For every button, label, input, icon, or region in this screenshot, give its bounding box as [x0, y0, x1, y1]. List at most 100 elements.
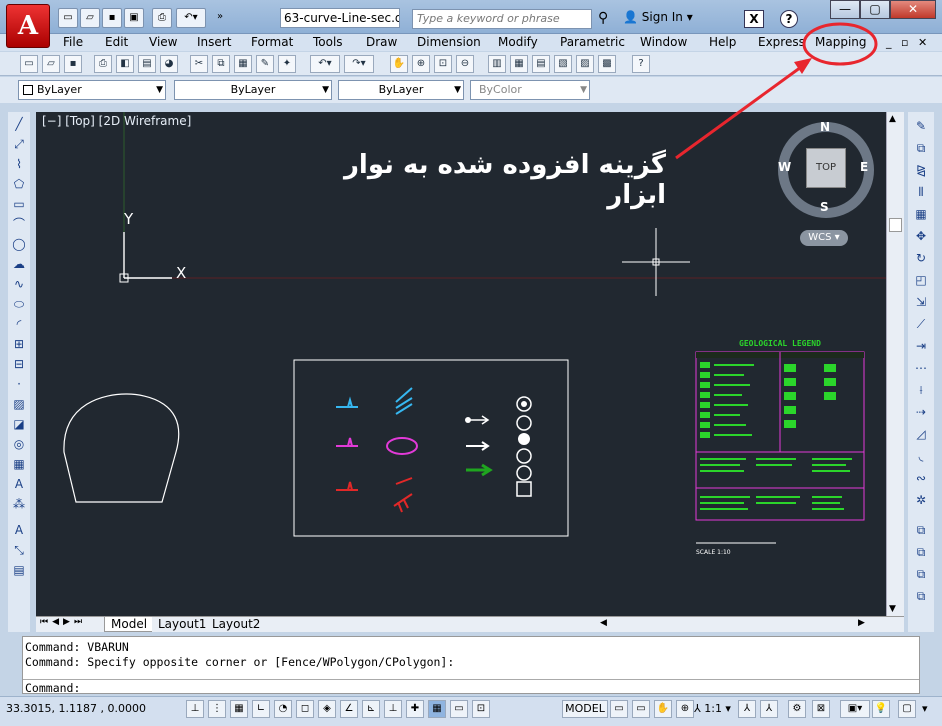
tool-palettes-icon[interactable]: ▤	[532, 55, 550, 73]
hscroll-left-icon[interactable]: ◀	[600, 618, 607, 628]
drawing-canvas[interactable]: Y X GEOLOGICAL LEGEND SCALE 1:10 [−] [To…	[36, 112, 886, 616]
polar-icon[interactable]: ◔	[274, 700, 292, 718]
menu-parametric[interactable]: Parametric	[560, 34, 625, 51]
erase-icon[interactable]: ✎	[913, 118, 929, 134]
compass-east[interactable]: E	[860, 160, 868, 174]
help-button[interactable]: ?	[780, 10, 798, 28]
menu-edit[interactable]: Edit	[105, 34, 128, 51]
extend-icon[interactable]: ⇥	[913, 338, 929, 354]
menu-file[interactable]: File	[63, 34, 83, 51]
hatch-icon[interactable]: ▨	[11, 396, 27, 412]
command-window[interactable]: Command: VBARUN Command: Specify opposit…	[22, 636, 920, 695]
gradient-icon[interactable]: ◪	[11, 416, 27, 432]
doc-window-controls[interactable]: _ ▫ ✕	[886, 36, 930, 49]
arc-icon[interactable]: ⌒	[11, 216, 27, 232]
line-icon[interactable]: ╱	[11, 116, 27, 132]
tab-layout1[interactable]: Layout1	[152, 617, 213, 632]
infer-constraints-icon[interactable]: ⊥	[186, 700, 204, 718]
ellipse-icon[interactable]: ⬭	[11, 296, 27, 312]
menu-format[interactable]: Format	[251, 34, 293, 51]
xline-icon[interactable]: ⤢	[11, 136, 27, 152]
polygon-icon[interactable]: ⬠	[11, 176, 27, 192]
undo-icon[interactable]: ↶▾	[176, 8, 206, 28]
status-menu-icon[interactable]: ▾	[922, 702, 928, 715]
lock-icon[interactable]: ⊠	[812, 700, 830, 718]
paste-icon[interactable]: ▦	[234, 55, 252, 73]
osnap-icon[interactable]: ◻	[296, 700, 314, 718]
mtext-icon[interactable]: A	[11, 476, 27, 492]
toolbar-undo-icon[interactable]: ↶▾	[310, 55, 340, 73]
plot-icon[interactable]: ⎙	[94, 55, 112, 73]
coordinate-readout[interactable]: 33.3015, 1.1187 , 0.0000	[6, 702, 146, 715]
break-icon[interactable]: ⟊	[913, 382, 929, 398]
scroll-thumb[interactable]	[889, 218, 902, 232]
viewcube-top[interactable]: TOP	[806, 148, 846, 188]
break-point-icon[interactable]: ⋯	[913, 360, 929, 376]
menu-view[interactable]: View	[149, 34, 177, 51]
minimize-button[interactable]: —	[830, 0, 860, 19]
markup-icon[interactable]: ▨	[576, 55, 594, 73]
lineweight-control[interactable]: ByLayer ▼	[338, 80, 464, 100]
isolate-objects-icon[interactable]: 💡	[872, 700, 890, 718]
help-toolbar-icon[interactable]: ?	[632, 55, 650, 73]
open-file-icon[interactable]: ▱	[42, 55, 60, 73]
quickcalc-icon[interactable]: ▩	[598, 55, 616, 73]
menu-mapping[interactable]: Mapping	[815, 34, 867, 51]
draworder-back-icon[interactable]: ⧉	[913, 544, 929, 560]
overflow-icon[interactable]: »	[210, 8, 230, 28]
circle-icon[interactable]: ◯	[11, 236, 27, 252]
menu-insert[interactable]: Insert	[197, 34, 231, 51]
draworder-under-icon[interactable]: ⧉	[913, 588, 929, 604]
zoom-status-icon[interactable]: ⊕	[676, 700, 694, 718]
snap-icon[interactable]: ⋮	[208, 700, 226, 718]
layer-control[interactable]: ByLayer ▼	[18, 80, 166, 100]
otrack-icon[interactable]: ∠	[340, 700, 358, 718]
saveas-icon[interactable]: ▣	[124, 8, 144, 28]
scroll-up-icon[interactable]: ▲	[889, 114, 896, 124]
sheet-set-icon[interactable]: ▧	[554, 55, 572, 73]
rotate-icon[interactable]: ↻	[913, 250, 929, 266]
maximize-button[interactable]: ▢	[860, 0, 890, 19]
pan-status-icon[interactable]: ✋	[654, 700, 672, 718]
binoculars-icon[interactable]: ⚲	[598, 10, 608, 26]
chamfer-icon[interactable]: ◿	[913, 426, 929, 442]
close-button[interactable]: ✕	[890, 0, 936, 19]
viewport-label[interactable]: [−] [Top] [2D Wireframe]	[42, 114, 191, 128]
linetype-control[interactable]: ByLayer ▼	[174, 80, 332, 100]
stretch-icon[interactable]: ⇲	[913, 294, 929, 310]
color-control[interactable]: ByColor ▼	[470, 80, 590, 100]
pan-icon[interactable]: ✋	[390, 55, 408, 73]
publish-icon[interactable]: ▤	[138, 55, 156, 73]
zoom-previous-icon[interactable]: ⊖	[456, 55, 474, 73]
add-selected-icon[interactable]: ⁂	[11, 496, 27, 512]
clean-screen-icon[interactable]: ▢	[898, 700, 916, 718]
zoom-window-icon[interactable]: ⊡	[434, 55, 452, 73]
sign-in-button[interactable]: 👤 Sign In ▾	[623, 10, 693, 24]
zoom-realtime-icon[interactable]: ⊕	[412, 55, 430, 73]
autoscale-icon[interactable]: ⅄	[760, 700, 778, 718]
quick-view-layouts-icon[interactable]: ▭	[610, 700, 628, 718]
tab-layout2[interactable]: Layout2	[206, 617, 267, 632]
join-icon[interactable]: ⇢	[913, 404, 929, 420]
print-icon[interactable]: ⎙	[152, 8, 172, 28]
hscroll-right-icon[interactable]: ▶	[858, 618, 865, 628]
matchprop-icon[interactable]: ✎	[256, 55, 274, 73]
ducs-icon[interactable]: ⊾	[362, 700, 380, 718]
app-menu-button[interactable]: A	[6, 4, 50, 48]
point-icon[interactable]: ·	[11, 376, 27, 392]
design-center-icon[interactable]: ▦	[510, 55, 528, 73]
new-icon[interactable]: ▭	[58, 8, 78, 28]
toolbar-redo-icon[interactable]: ↷▾	[344, 55, 374, 73]
blockedit-icon[interactable]: ✦	[278, 55, 296, 73]
compass-south[interactable]: S	[820, 200, 829, 214]
blend-icon[interactable]: ∾	[913, 470, 929, 486]
tpy-icon[interactable]: ▦	[428, 700, 446, 718]
vertical-scrollbar[interactable]: ▲ ▼	[886, 112, 904, 616]
array-icon[interactable]: ▦	[913, 206, 929, 222]
qp-icon[interactable]: ▭	[450, 700, 468, 718]
offset-icon[interactable]: ⫴	[913, 184, 929, 200]
spline-icon[interactable]: ∿	[11, 276, 27, 292]
region-icon[interactable]: ◎	[11, 436, 27, 452]
scroll-down-icon[interactable]: ▼	[889, 604, 896, 614]
sc-icon[interactable]: ⊡	[472, 700, 490, 718]
